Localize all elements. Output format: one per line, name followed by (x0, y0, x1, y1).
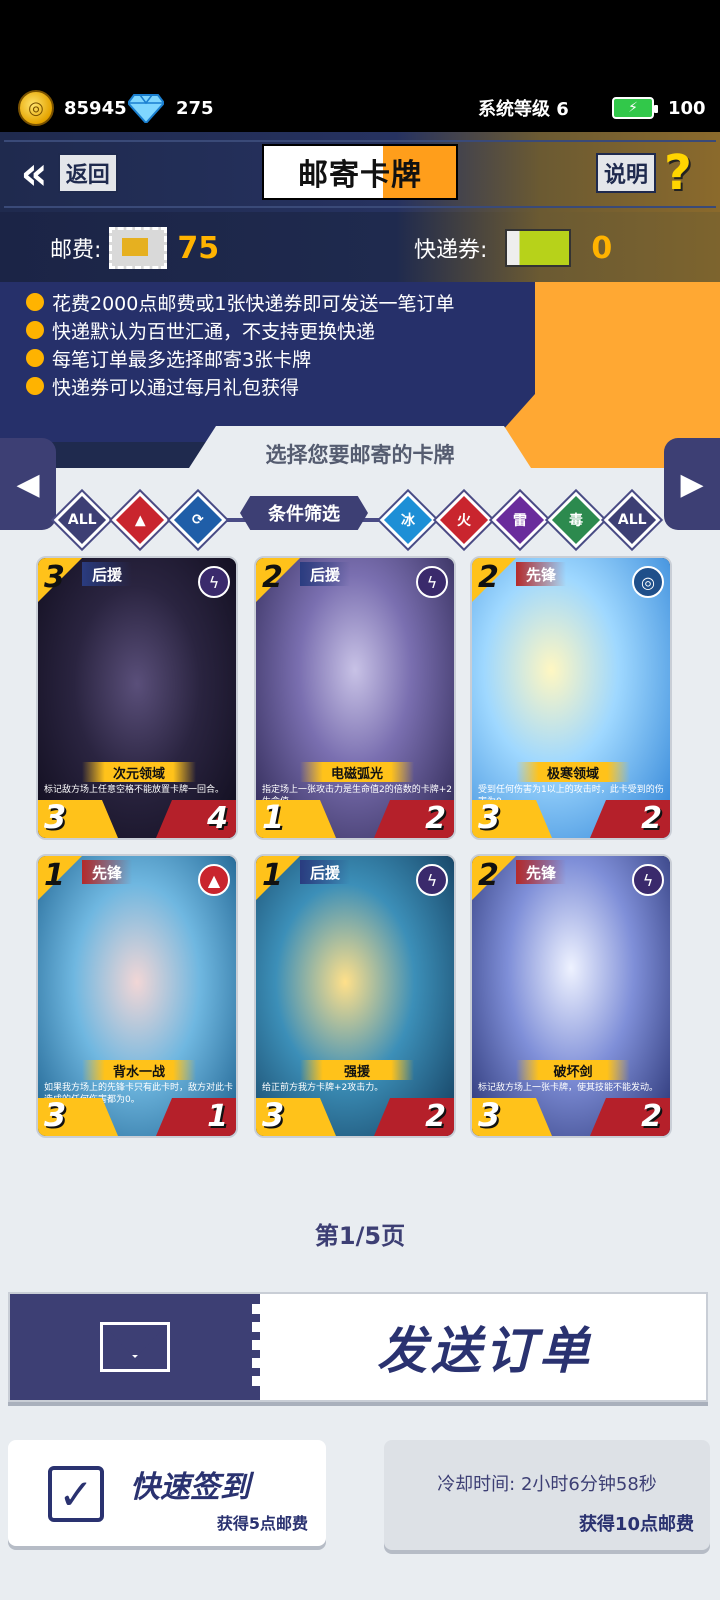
filter-bar: ALL ▲ ⟳ 条件筛选 冰 火 雷 毒 ALL (53, 491, 666, 549)
checkmark-icon: ✓ (48, 1466, 104, 1522)
cycle-icon: ⟳ (192, 511, 204, 528)
double-chevron-left-icon: « (20, 146, 48, 200)
filter-all-elements[interactable]: ALL (603, 491, 661, 549)
bullet-dot-icon (26, 349, 44, 367)
filter-support[interactable]: ⟳ (169, 491, 227, 549)
diamond-icon (128, 94, 164, 123)
thunder-element-icon: ϟ (632, 864, 664, 896)
bullet-dot-icon (26, 321, 44, 339)
coin-icon: ◎ (18, 90, 54, 126)
thunder-element-icon: ϟ (416, 864, 448, 896)
question-icon: ? (664, 145, 692, 201)
card-item[interactable]: 1 先锋 ▲ 背水一战 如果我方场上的先锋卡只有此卡时，敌方对此卡造成的任何伤害… (36, 854, 238, 1138)
filter-label: 条件筛选 (240, 496, 368, 530)
card-item[interactable]: 3 后援 ϟ 次元领域 标记敌方场上任意空格不能放置卡牌一回合。 3 4 (36, 556, 238, 840)
filter-all-roles[interactable]: ALL (53, 491, 111, 549)
triangle-right-icon: ▶ (680, 466, 704, 502)
voucher-count: 快递券: 0 (414, 229, 613, 267)
filter-thunder[interactable]: 雷 (491, 491, 549, 549)
prev-page-button[interactable]: ◀ (0, 438, 56, 530)
bullet-dot-icon (26, 293, 44, 311)
send-order-button[interactable]: 发送订单 (8, 1292, 708, 1402)
cooldown-reward-button[interactable]: 冷却时间: 2小时6分钟58秒 获得10点邮费 (384, 1440, 710, 1550)
rule-item: 快递券可以通过每月礼包获得 (26, 372, 299, 400)
filter-vanguard[interactable]: ▲ (111, 491, 169, 549)
next-page-button[interactable]: ▶ (664, 438, 720, 530)
send-icon-panel (10, 1294, 268, 1400)
postage-fee: 邮费: 75 (50, 226, 219, 270)
filter-poison[interactable]: 毒 (547, 491, 605, 549)
rule-item: 花费2000点邮费或1张快递券即可发送一笔订单 (26, 288, 454, 316)
thunder-element-icon: ϟ (198, 566, 230, 598)
vanguard-icon: ▲ (134, 512, 146, 528)
page-indicator: 第1/5页 (314, 1222, 406, 1250)
card-item[interactable]: 2 先锋 ◎ 极寒领域 受到任何伤害为1以上的攻击时，此卡受到的伤害为0。 3 … (470, 556, 672, 840)
card-item[interactable]: 2 后援 ϟ 电磁弧光 指定场上一张攻击力是生命值2的倍数的卡牌+2生命值。 1… (254, 556, 456, 840)
card-item[interactable]: 2 先锋 ϟ 破坏剑 标记敌方场上一张卡牌，使其技能不能发动。 3 2 (470, 854, 672, 1138)
filter-ice[interactable]: 冰 (379, 491, 437, 549)
battery-icon: ⚡ (612, 97, 658, 119)
thunder-element-icon: ϟ (416, 566, 448, 598)
quick-checkin-button[interactable]: ✓ 快速签到 获得5点邮费 (8, 1440, 326, 1546)
rule-item: 快递默认为百世汇通，不支持更换快递 (26, 316, 375, 344)
back-button[interactable]: « 返回 (20, 146, 140, 200)
ice-element-icon: ◎ (632, 566, 664, 598)
bullet-dot-icon (26, 377, 44, 395)
system-level: 系统等级 6 (478, 99, 569, 120)
envelope-icon (100, 1322, 170, 1372)
triangle-left-icon: ◀ (16, 466, 40, 502)
voucher-ticket-icon (505, 229, 572, 267)
gem-balance: 275 (128, 92, 214, 124)
page-title: 邮寄卡牌 (262, 144, 458, 200)
rule-item: 每笔订单最多选择邮寄3张卡牌 (26, 344, 311, 372)
stamp-icon (109, 227, 168, 269)
coin-balance: ◎ 85945 (18, 90, 127, 126)
select-cards-heading: 选择您要邮寄的卡牌 (180, 426, 540, 482)
fire-element-icon: ▲ (198, 864, 230, 896)
filter-fire[interactable]: 火 (435, 491, 493, 549)
card-item[interactable]: 1 后援 ϟ 强援 给正前方我方卡牌+2攻击力。 3 2 (254, 854, 456, 1138)
energy: ⚡ 100 (612, 92, 706, 124)
help-button[interactable]: 说明 ? (596, 146, 704, 200)
